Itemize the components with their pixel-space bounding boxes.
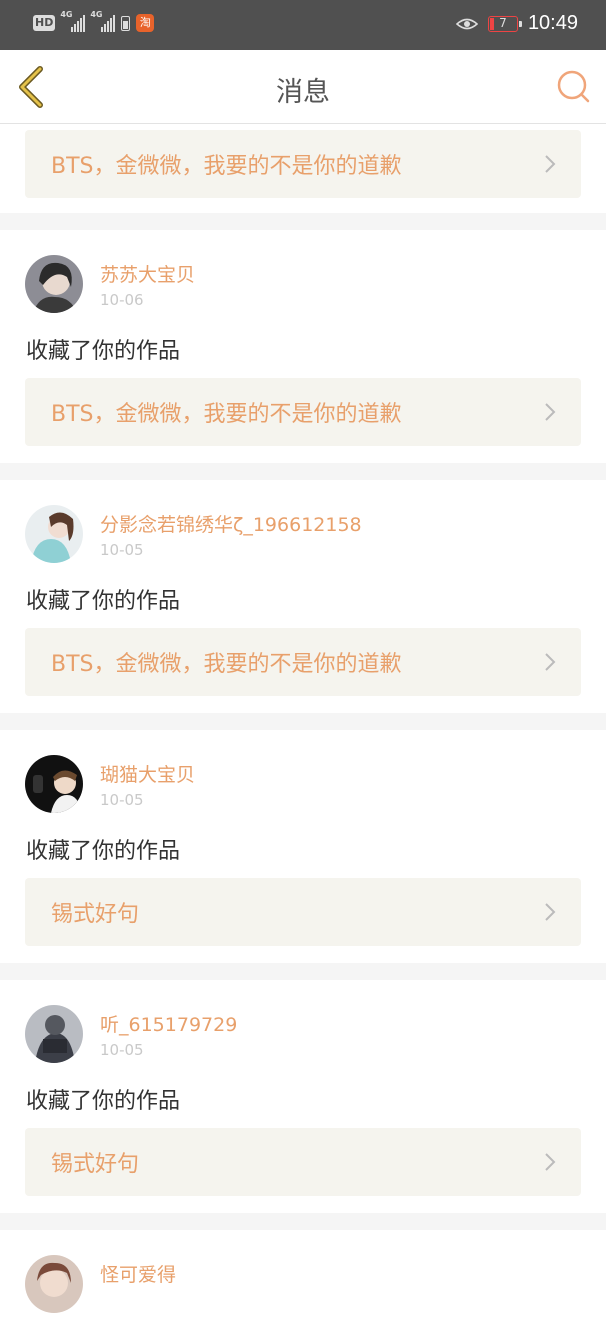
message-date: 10-05 (100, 1041, 144, 1059)
status-left: HD 4G 4G 淘 (33, 10, 155, 32)
username[interactable]: 听_615179729 (100, 1010, 237, 1037)
chevron-right-icon (545, 653, 556, 671)
action-text: 收藏了你的作品 (26, 1089, 181, 1114)
work-title: BTS，金微微，我要的不是你的道歉 (51, 154, 402, 179)
message-card: 瑚猫大宝贝 10-05 收藏了你的作品 锡式好句 (0, 730, 606, 963)
eye-comfort-icon (455, 18, 478, 29)
separator (0, 463, 606, 480)
search-icon[interactable] (555, 68, 591, 104)
signal-icon: 4G (60, 10, 86, 32)
battery-icon: 7 (487, 15, 522, 32)
chevron-right-icon (545, 155, 556, 173)
saver-battery-icon (121, 15, 131, 31)
status-right: 7 10:49 (455, 12, 578, 35)
message-card: 听_615179729 10-05 收藏了你的作品 锡式好句 (0, 980, 606, 1213)
username[interactable]: 分影念若锦绣华ζ_196612158 (100, 510, 362, 537)
message-date: 10-05 (100, 791, 144, 809)
chevron-right-icon (545, 903, 556, 921)
hd-badge: HD (33, 15, 56, 31)
status-bar: HD 4G 4G 淘 7 10:49 (0, 0, 606, 50)
message-card: 分影念若锦绣华ζ_196612158 10-05 收藏了你的作品 BTS，金微微… (0, 480, 606, 713)
work-link[interactable]: BTS，金微微，我要的不是你的道歉 (25, 378, 581, 446)
message-date: 10-05 (100, 541, 144, 559)
separator (0, 963, 606, 980)
work-link[interactable]: BTS，金微微，我要的不是你的道歉 (25, 628, 581, 696)
action-text: 收藏了你的作品 (26, 339, 181, 364)
work-title: BTS，金微微，我要的不是你的道歉 (51, 402, 402, 427)
avatar[interactable] (25, 1005, 83, 1063)
message-card: BTS，金微微，我要的不是你的道歉 (0, 124, 606, 213)
work-link[interactable]: 锡式好句 (25, 878, 581, 946)
separator (0, 1213, 606, 1230)
taobao-notification-icon: 淘 (136, 14, 155, 32)
message-card: 苏苏大宝贝 10-06 收藏了你的作品 BTS，金微微，我要的不是你的道歉 (0, 230, 606, 463)
separator (0, 213, 606, 230)
username[interactable]: 怪可爱得 (100, 1260, 176, 1287)
work-title: BTS，金微微，我要的不是你的道歉 (51, 652, 402, 677)
message-date: 10-06 (100, 291, 144, 309)
action-text: 收藏了你的作品 (26, 589, 181, 614)
work-link[interactable]: 锡式好句 (25, 1128, 581, 1196)
clock: 10:49 (527, 12, 578, 34)
avatar[interactable] (25, 255, 83, 313)
username[interactable]: 苏苏大宝贝 (100, 260, 195, 287)
message-card: 怪可爱得 (0, 1230, 606, 1330)
message-list: BTS，金微微，我要的不是你的道歉 苏苏大宝贝 10-06 收藏了你的作品 BT… (0, 124, 606, 1330)
action-text: 收藏了你的作品 (26, 839, 181, 864)
chevron-right-icon (545, 1153, 556, 1171)
page-title: 消息 (276, 77, 330, 108)
avatar[interactable] (25, 505, 83, 563)
work-title: 锡式好句 (51, 1152, 140, 1177)
work-title: 锡式好句 (51, 902, 140, 927)
avatar[interactable] (25, 755, 83, 813)
work-link[interactable]: BTS，金微微，我要的不是你的道歉 (25, 130, 581, 198)
separator (0, 713, 606, 730)
nav-bar: 消息 (0, 50, 606, 124)
username[interactable]: 瑚猫大宝贝 (100, 760, 195, 787)
avatar[interactable] (25, 1255, 83, 1313)
signal-icon-2: 4G (90, 10, 116, 32)
chevron-right-icon (545, 403, 556, 421)
